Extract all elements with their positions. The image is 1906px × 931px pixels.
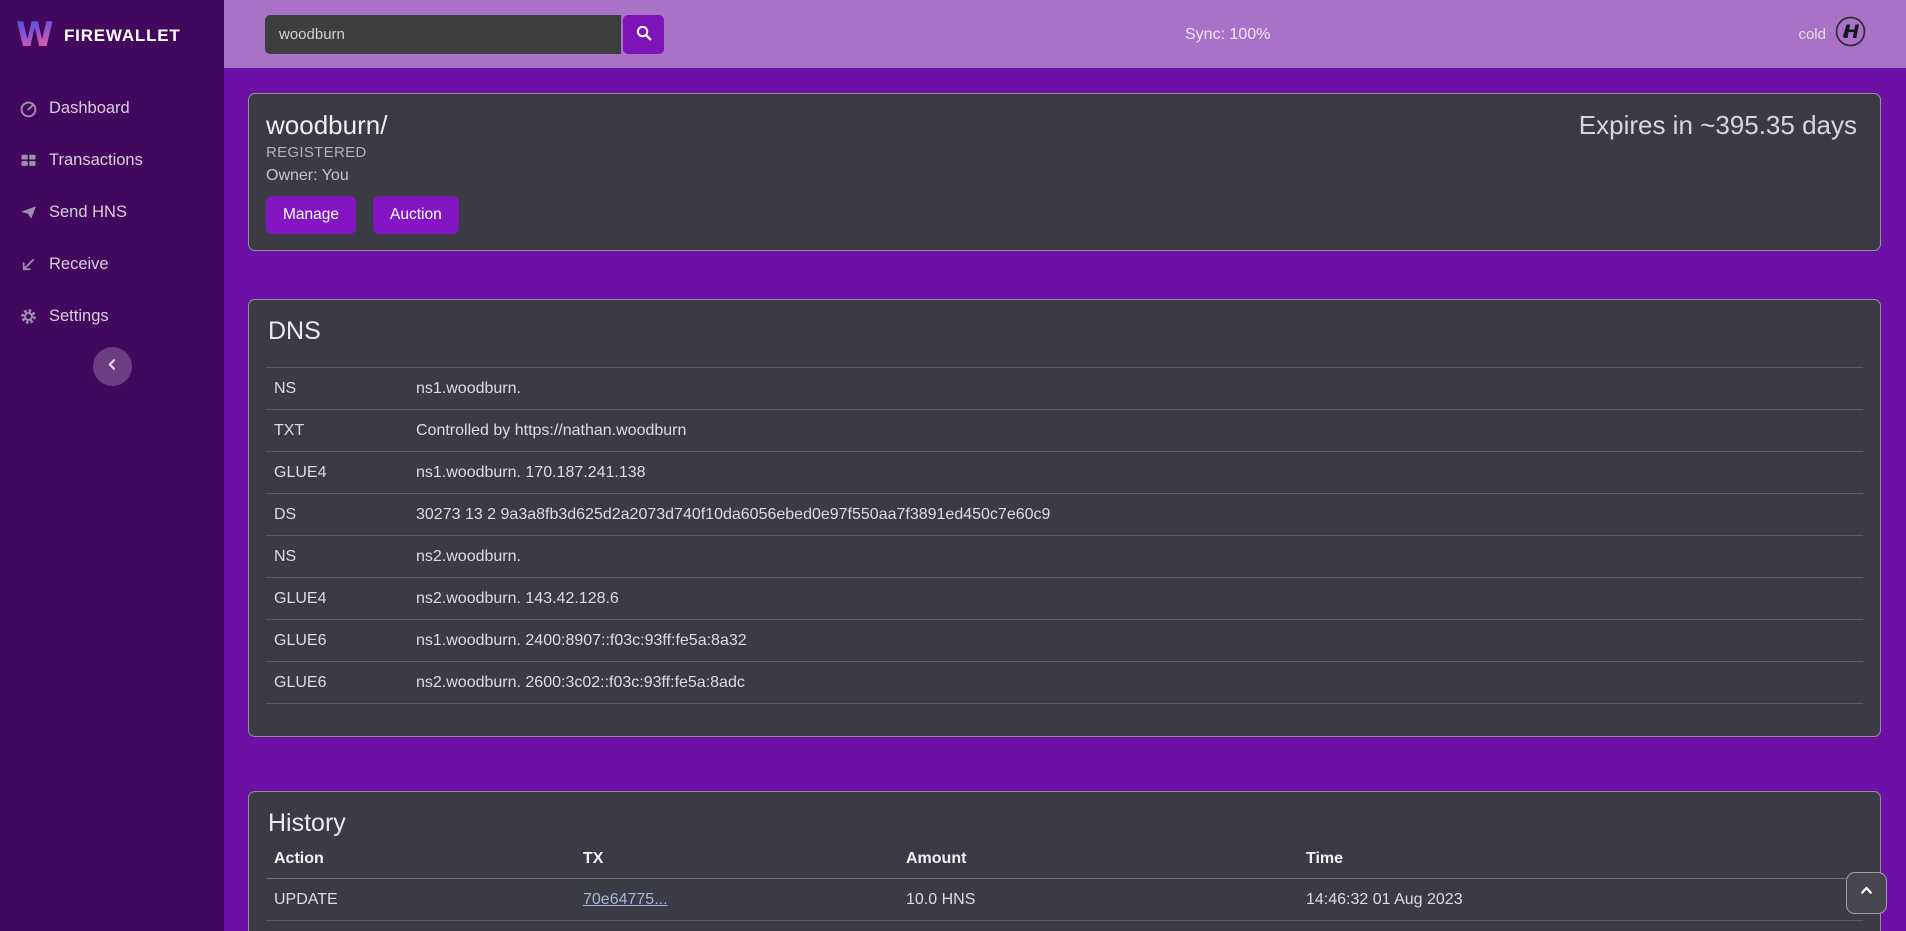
dns-record-type: NS [266,536,408,578]
history-header-row: Action TX Amount Time [266,848,1863,879]
dns-card-title: DNS [268,316,1863,346]
scroll-to-top-button[interactable] [1846,872,1887,914]
history-row: UPDATE 70e64775... 10.0 HNS 14:46:32 01 … [266,879,1863,921]
sync-status: Sync: 100% [1185,26,1270,44]
dns-record-row: NS ns1.woodburn. [266,368,1863,410]
dns-record-row: GLUE6 ns2.woodburn. 2600:3c02::f03c:93ff… [266,662,1863,704]
dns-record-type: TXT [266,410,408,452]
sidebar-collapse-button[interactable] [93,347,132,386]
sidebar-item-label: Send HNS [49,203,127,222]
sidebar: W FIREWALLET Dashboard [0,0,224,931]
dns-record-value: ns2.woodburn. 2600:3c02::f03c:93ff:fe5a:… [408,662,1863,704]
dns-record-row: GLUE4 ns2.woodburn. 143.42.128.6 [266,578,1863,620]
receive-icon [19,255,38,274]
manage-button[interactable]: Manage [266,196,356,234]
history-card: History Action TX Amount Time UPDATE 70e… [248,791,1881,931]
history-row: RENEW d73c5e4... 10.0 HNS 15:47:30 07 Fe… [266,921,1863,931]
dns-record-value: ns1.woodburn. 2400:8907::f03c:93ff:fe5a:… [408,620,1863,662]
app-title: FIREWALLET [64,26,181,46]
sidebar-item-label: Transactions [49,151,143,170]
auction-button[interactable]: Auction [373,196,459,234]
dns-record-type: NS [266,368,408,410]
history-action: RENEW [266,921,575,931]
main-content: woodburn/ Expires in ~395.35 days REGIST… [224,68,1906,931]
send-icon [19,203,38,222]
firewallet-logo-icon: W [16,15,54,56]
chevron-left-icon [105,357,120,377]
dns-record-type: GLUE4 [266,452,408,494]
wallet-selector[interactable]: cold H [1798,0,1866,68]
domain-title: woodburn/ [266,110,387,140]
dns-table: NS ns1.woodburn. TXT Controlled by https… [266,367,1863,704]
sidebar-item-label: Receive [49,255,109,274]
dns-card: DNS NS ns1.woodburn. TXT Controlled by h… [248,299,1881,737]
search-input[interactable] [265,15,621,54]
history-col-amount: Amount [898,848,1298,879]
table-icon [19,151,38,170]
domain-card: woodburn/ Expires in ~395.35 days REGIST… [248,93,1881,251]
sidebar-item-send-hns[interactable]: Send HNS [0,186,224,238]
sidebar-item-transactions[interactable]: Transactions [0,134,224,186]
domain-expiry: Expires in ~395.35 days [1579,110,1863,140]
dns-record-value: Controlled by https://nathan.woodburn [408,410,1863,452]
sidebar-item-label: Dashboard [49,99,130,118]
sidebar-item-dashboard[interactable]: Dashboard [0,82,224,134]
search-icon [635,24,653,45]
dns-record-type: GLUE6 [266,662,408,704]
history-col-time: Time [1298,848,1863,879]
search-button[interactable] [623,15,664,54]
sidebar-item-receive[interactable]: Receive [0,238,224,290]
app-logo[interactable]: W FIREWALLET [0,0,224,56]
sidebar-nav: Dashboard Transactions Send HNS [0,82,224,342]
history-table: Action TX Amount Time UPDATE 70e64775...… [266,848,1863,931]
history-time: 14:46:32 01 Aug 2023 [1298,879,1863,921]
dns-record-type: GLUE6 [266,620,408,662]
domain-owner: Owner: You [266,167,1863,185]
dns-record-row: NS ns2.woodburn. [266,536,1863,578]
topbar: Sync: 100% cold H [224,0,1906,68]
sidebar-item-settings[interactable]: Settings [0,290,224,342]
dns-record-value: 30273 13 2 9a3a8fb3d625d2a2073d740f10da6… [408,494,1863,536]
domain-status: REGISTERED [266,144,1863,161]
history-amount: 10.0 HNS [898,879,1298,921]
dns-record-row: GLUE6 ns1.woodburn. 2400:8907::f03c:93ff… [266,620,1863,662]
history-action: UPDATE [266,879,575,921]
gear-icon [19,307,38,326]
dns-record-type: DS [266,494,408,536]
history-col-tx: TX [575,848,898,879]
dns-record-row: DS 30273 13 2 9a3a8fb3d625d2a2073d740f10… [266,494,1863,536]
sidebar-item-label: Settings [49,307,109,326]
history-card-title: History [268,808,1863,838]
wallet-name: cold [1798,26,1826,43]
history-amount: 10.0 HNS [898,921,1298,931]
dns-record-row: TXT Controlled by https://nathan.woodbur… [266,410,1863,452]
history-time: 15:47:30 07 Feb 2023 [1298,921,1863,931]
handshake-logo-icon: H [1835,16,1866,52]
chevron-up-icon [1858,882,1875,904]
dns-record-value: ns1.woodburn. [408,368,1863,410]
gauge-icon [19,99,38,118]
dns-record-value: ns2.woodburn. 143.42.128.6 [408,578,1863,620]
svg-text:W: W [16,15,54,51]
dns-record-value: ns2.woodburn. [408,536,1863,578]
dns-record-type: GLUE4 [266,578,408,620]
dns-record-value: ns1.woodburn. 170.187.241.138 [408,452,1863,494]
search-group [265,15,664,54]
dns-record-row: GLUE4 ns1.woodburn. 170.187.241.138 [266,452,1863,494]
history-col-action: Action [266,848,575,879]
tx-link[interactable]: 70e64775... [583,891,668,908]
